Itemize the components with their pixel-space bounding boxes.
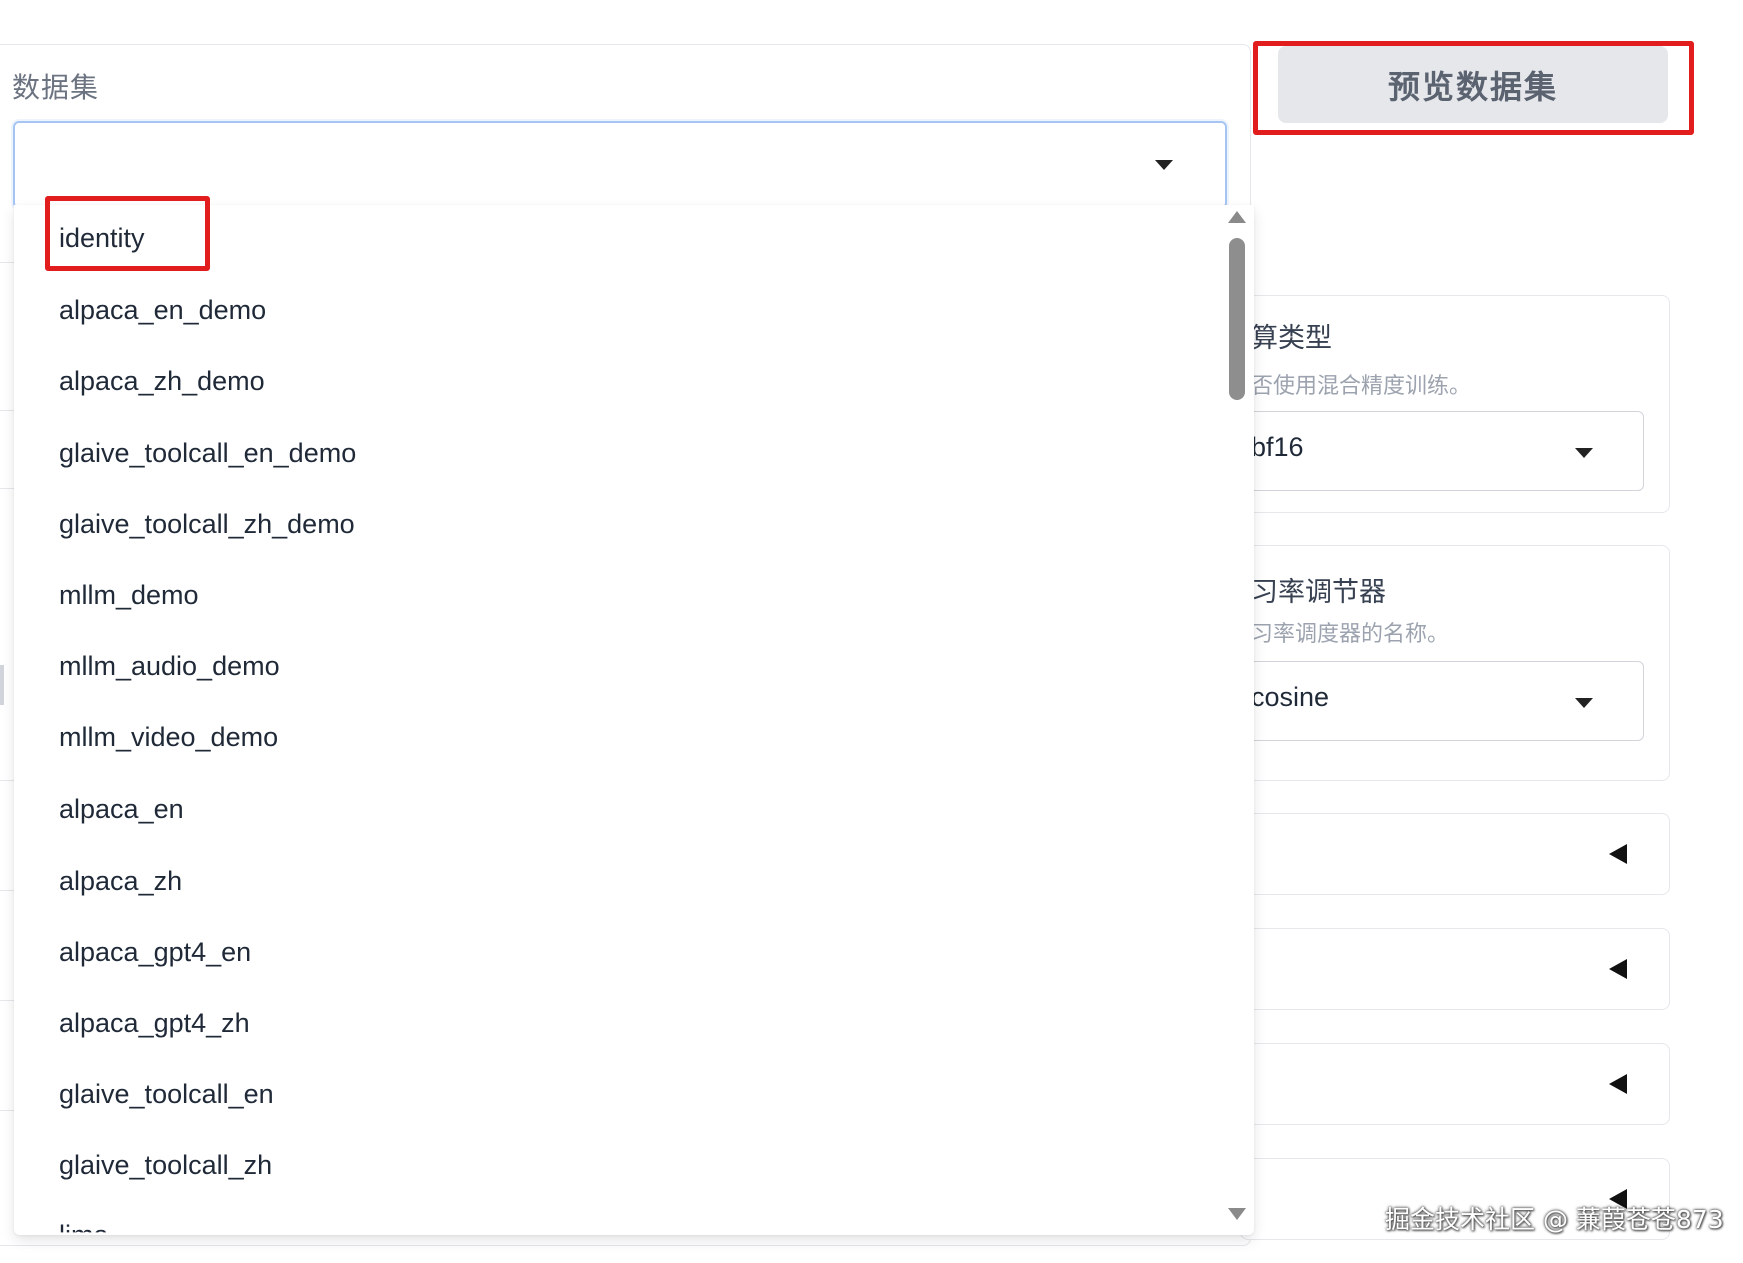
option-alpaca-en[interactable]: alpaca_en bbox=[59, 794, 184, 825]
option-mllm-audio-demo[interactable]: mllm_audio_demo bbox=[59, 651, 280, 682]
divider bbox=[0, 410, 14, 411]
compute-type-info: 否使用混合精度训练。 bbox=[1251, 374, 1472, 399]
partial-field-edge bbox=[0, 665, 4, 705]
compute-type-value: bf16 bbox=[1251, 432, 1304, 462]
lr-scheduler-value: cosine bbox=[1251, 682, 1330, 712]
divider bbox=[0, 1110, 14, 1111]
dataset-options-list[interactable]: identity alpaca_en_demo alpaca_zh_demo g… bbox=[14, 205, 1254, 1235]
option-alpaca-gpt4-zh[interactable]: alpaca_gpt4_zh bbox=[59, 1008, 250, 1039]
scroll-up-arrow-icon[interactable] bbox=[1228, 211, 1246, 223]
collapse-triangle-icon[interactable] bbox=[1609, 959, 1627, 979]
option-glaive-toolcall-zh-demo[interactable]: glaive_toolcall_zh_demo bbox=[59, 509, 355, 540]
lr-scheduler-title: 习率调节器 bbox=[1251, 577, 1386, 608]
divider bbox=[0, 262, 14, 263]
compute-type-title: 算类型 bbox=[1251, 323, 1332, 354]
lr-scheduler-info: 习率调度器的名称。 bbox=[1251, 622, 1450, 647]
divider bbox=[0, 780, 14, 781]
collapse-triangle-icon[interactable] bbox=[1609, 1074, 1627, 1094]
preview-button-highlight bbox=[1253, 41, 1694, 135]
page: 数据集 预览数据集 算类型 否使用混合精度训练。 bf16 习率调节器 习率调度… bbox=[0, 0, 1743, 1263]
accordion-section-3[interactable] bbox=[1240, 1043, 1670, 1125]
chevron-down-icon[interactable] bbox=[1155, 160, 1173, 170]
option-glaive-toolcall-zh[interactable]: glaive_toolcall_zh bbox=[59, 1150, 272, 1181]
scroll-down-arrow-icon[interactable] bbox=[1228, 1208, 1246, 1220]
option-glaive-toolcall-en[interactable]: glaive_toolcall_en bbox=[59, 1079, 274, 1110]
chevron-down-icon[interactable] bbox=[1575, 698, 1593, 708]
divider bbox=[0, 1000, 14, 1001]
option-glaive-toolcall-en-demo[interactable]: glaive_toolcall_en_demo bbox=[59, 438, 356, 469]
divider bbox=[0, 488, 14, 489]
compute-type-select[interactable]: bf16 bbox=[1240, 411, 1644, 491]
accordion-section-1[interactable] bbox=[1240, 813, 1670, 895]
option-mllm-demo[interactable]: mllm_demo bbox=[59, 580, 199, 611]
option-alpaca-zh-demo[interactable]: alpaca_zh_demo bbox=[59, 366, 265, 397]
chevron-down-icon[interactable] bbox=[1575, 448, 1593, 458]
divider bbox=[0, 890, 14, 891]
dataset-label: 数据集 bbox=[12, 71, 100, 104]
lr-scheduler-select[interactable]: cosine bbox=[1240, 661, 1644, 741]
watermark: 掘金技术社区 @ 蒹葭苍苍873 bbox=[1385, 1205, 1724, 1234]
option-alpaca-zh[interactable]: alpaca_zh bbox=[59, 866, 182, 897]
option-alpaca-gpt4-en[interactable]: alpaca_gpt4_en bbox=[59, 937, 251, 968]
option-lima[interactable]: lima bbox=[59, 1220, 109, 1232]
option-mllm-video-demo[interactable]: mllm_video_demo bbox=[59, 722, 278, 753]
option-alpaca-en-demo[interactable]: alpaca_en_demo bbox=[59, 295, 266, 326]
accordion-section-2[interactable] bbox=[1240, 928, 1670, 1010]
collapse-triangle-icon[interactable] bbox=[1609, 844, 1627, 864]
identity-option-highlight bbox=[45, 196, 210, 271]
scrollbar-thumb[interactable] bbox=[1229, 238, 1245, 400]
